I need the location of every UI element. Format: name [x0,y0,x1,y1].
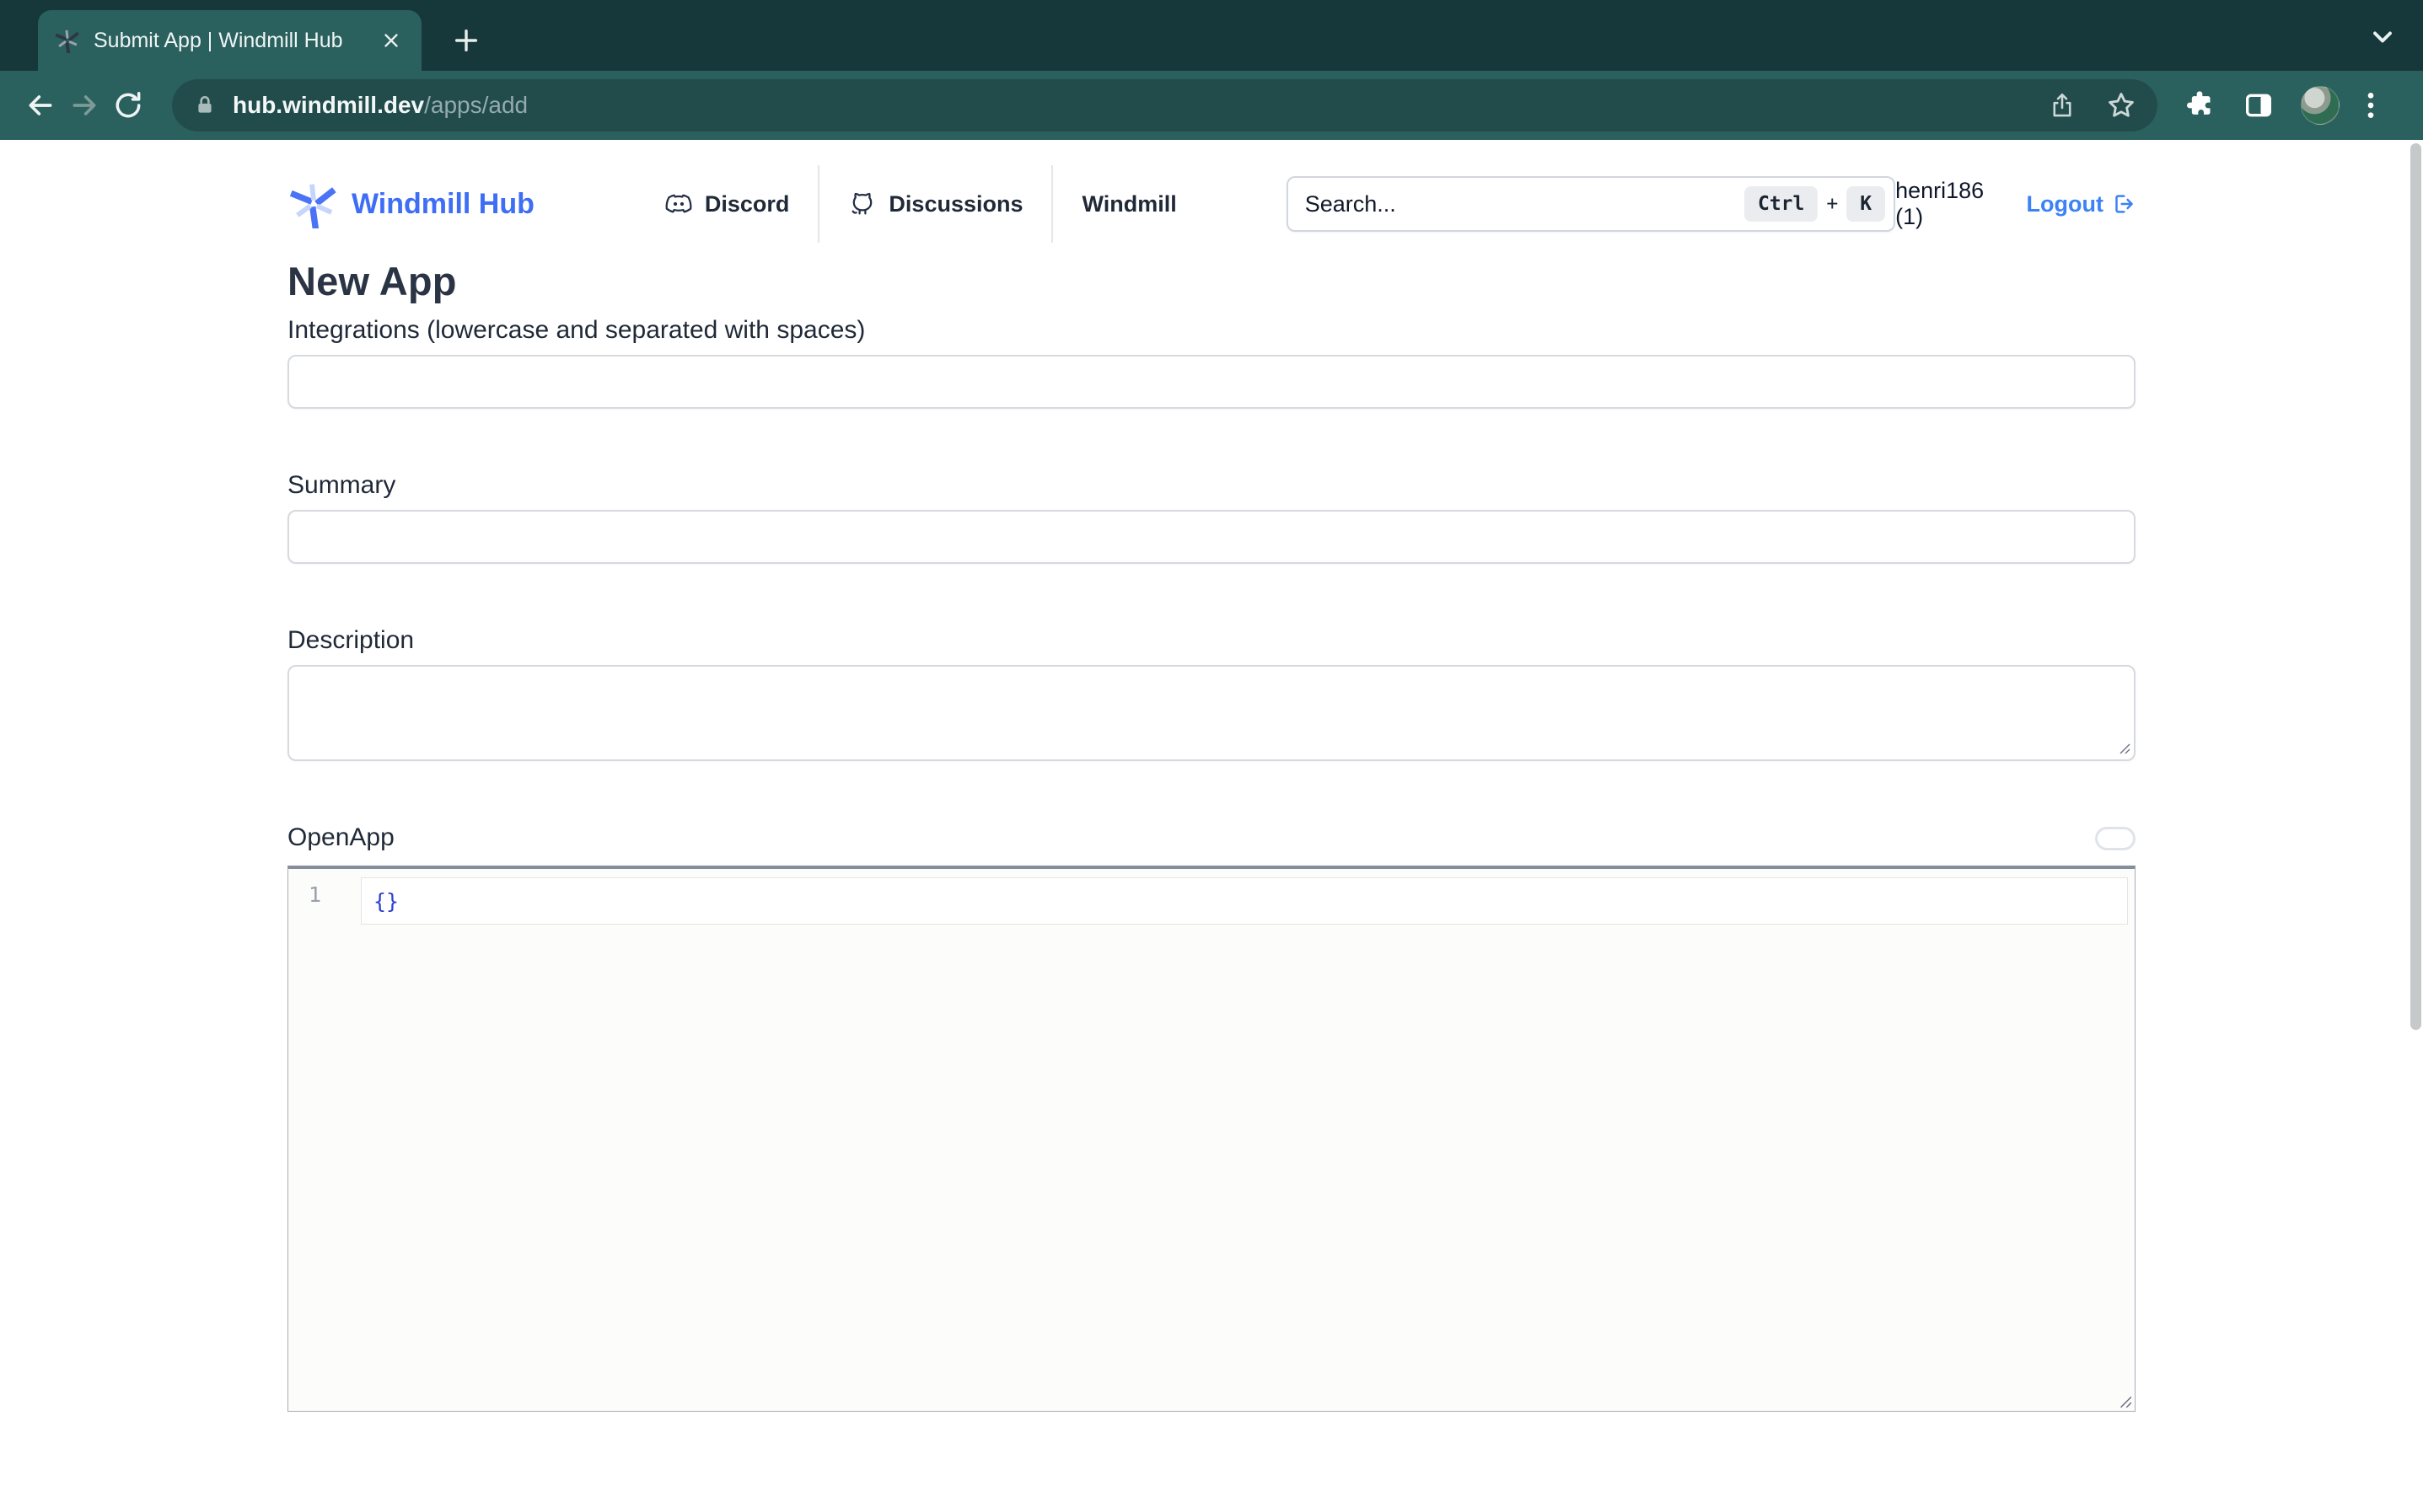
openapp-toggle[interactable] [2095,827,2136,850]
share-icon[interactable] [2048,89,2076,121]
brand-home-link[interactable]: Windmill Hub [287,180,535,228]
extensions-puzzle-icon[interactable] [2183,88,2216,122]
nav-item-windmill[interactable]: Windmill [1053,165,1205,243]
tab-close-icon[interactable] [376,25,406,56]
openapp-code-editor[interactable]: 1 {} [287,866,2136,1412]
user-area: henri186 (1) Logout [1895,178,2136,230]
editor-gutter: 1 [288,869,361,1411]
integrations-label: Integrations (lowercase and separated wi… [287,316,2136,345]
url-host: hub.windmill.dev [233,92,424,118]
logout-link[interactable]: Logout [2027,191,2136,217]
kbd-k: K [1846,186,1885,222]
browser-tab[interactable]: Submit App | Windmill Hub [38,10,422,71]
browser-profile-avatar[interactable] [2301,86,2340,125]
editor-active-line[interactable]: {} [361,877,2128,925]
brand-title: Windmill Hub [352,188,535,221]
integrations-input[interactable] [287,355,2136,409]
summary-label: Summary [287,471,2136,500]
textarea-resize-grip-icon[interactable] [2117,741,2130,754]
search-box[interactable]: Ctrl + K [1287,176,1895,232]
description-label: Description [287,626,2136,655]
back-icon[interactable] [19,83,62,127]
discord-icon [664,190,693,218]
page-title: New App [287,258,2136,304]
lock-icon [194,93,216,118]
tab-search-chevron-icon[interactable] [2366,22,2399,52]
url-path: /apps/add [424,92,528,118]
forward-icon[interactable] [62,83,106,127]
kbd-plus: + [1826,193,1838,215]
editor-resize-grip-icon[interactable] [2117,1393,2132,1408]
code-text: {} [373,889,399,914]
browser-toolbar: hub.windmill.dev/apps/add [0,71,2423,140]
username-text: henri186 (1) [1895,178,2011,230]
side-panel-icon[interactable] [2242,88,2275,122]
github-icon [848,190,877,218]
new-tab-icon[interactable] [444,19,488,62]
description-textarea[interactable] [287,665,2136,761]
kebab-menu-icon[interactable] [2365,88,2377,122]
nav-label-discord: Discord [705,191,790,217]
openapp-label: OpenApp [287,823,395,852]
editor-content[interactable]: {} [361,869,2135,1411]
bookmark-star-icon[interactable] [2105,89,2137,121]
page-scrollbar[interactable] [2410,143,2421,1030]
line-number: 1 [288,882,361,907]
main-nav: Discord Discussions Windmill [636,165,1206,243]
windmill-logo-icon [287,180,340,228]
windmill-favicon-icon [55,28,80,53]
search-shortcut: Ctrl + K [1744,186,1885,222]
url-bar[interactable]: hub.windmill.dev/apps/add [172,79,2157,131]
url-text: hub.windmill.dev/apps/add [233,92,2031,119]
logout-label: Logout [2027,191,2103,217]
nav-label-discussions: Discussions [889,191,1023,217]
kbd-ctrl: Ctrl [1744,186,1818,222]
site-header: Windmill Hub Discord Discussions [287,162,2136,246]
nav-label-windmill: Windmill [1082,191,1176,217]
search-input[interactable] [1305,191,1744,217]
nav-item-discord[interactable]: Discord [636,165,819,243]
page-body: Windmill Hub Discord Discussions [0,140,2423,1512]
summary-input[interactable] [287,510,2136,564]
logout-icon [2110,191,2136,217]
reload-icon[interactable] [106,83,150,127]
browser-tab-strip: Submit App | Windmill Hub [0,0,2423,71]
nav-item-discussions[interactable]: Discussions [819,165,1051,243]
tab-title: Submit App | Windmill Hub [94,29,368,53]
